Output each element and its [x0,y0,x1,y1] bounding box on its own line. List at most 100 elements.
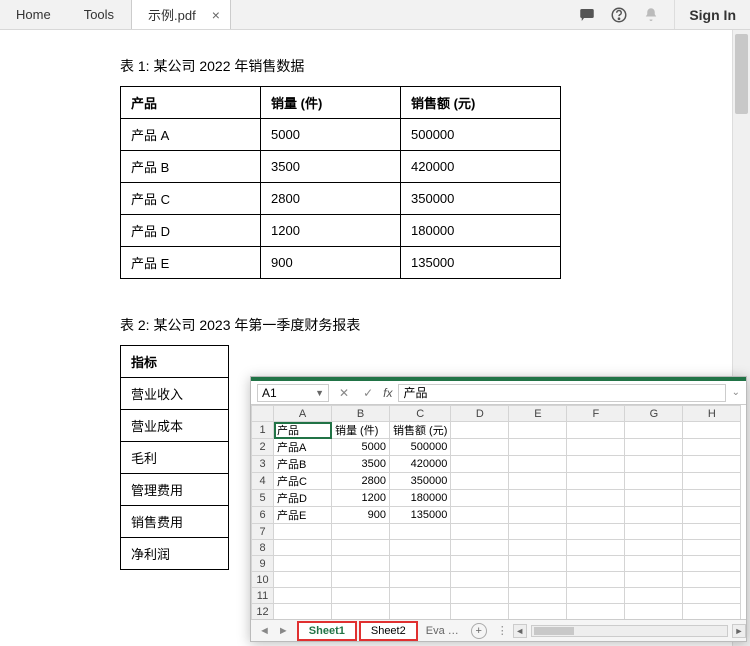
cell[interactable]: 180000 [390,490,451,507]
help-icon[interactable] [610,6,628,24]
cell[interactable] [567,422,625,439]
sheet-tab-2[interactable]: Sheet2 [359,621,418,641]
cell[interactable] [567,456,625,473]
cell[interactable] [451,422,509,439]
cell[interactable] [390,524,451,540]
cell[interactable]: 产品D [274,490,332,507]
cell[interactable] [274,540,332,556]
cell[interactable] [625,540,683,556]
tab-tools[interactable]: Tools [68,0,131,29]
cell[interactable] [567,572,625,588]
cell[interactable] [509,473,567,490]
chat-icon[interactable] [578,6,596,24]
cell[interactable]: 1200 [332,490,390,507]
cell[interactable] [390,604,451,620]
cell[interactable] [509,524,567,540]
cell[interactable] [509,604,567,620]
cell[interactable] [390,540,451,556]
cell[interactable]: 5000 [332,439,390,456]
cell[interactable] [274,572,332,588]
cell[interactable] [274,524,332,540]
add-sheet-button[interactable]: + [471,623,487,639]
cell[interactable] [567,588,625,604]
cell[interactable]: 500000 [390,439,451,456]
cell[interactable] [509,556,567,572]
cell[interactable] [390,572,451,588]
sheet-nav-prev-icon[interactable]: ◄ [257,625,272,637]
cell[interactable] [683,540,741,556]
cell[interactable]: 900 [332,507,390,524]
cell[interactable] [567,507,625,524]
cell[interactable] [509,572,567,588]
sheet-nav-next-icon[interactable]: ► [276,625,291,637]
cell[interactable] [625,422,683,439]
cell[interactable] [683,588,741,604]
cell[interactable] [509,456,567,473]
expand-icon[interactable]: ⌄ [732,387,740,398]
fx-accept-icon[interactable]: ✓ [359,386,377,400]
cell[interactable]: 产品B [274,456,332,473]
sheet-tab-overflow[interactable]: Eva … [420,625,465,637]
cell[interactable] [625,456,683,473]
cell[interactable] [567,556,625,572]
cell[interactable]: 135000 [390,507,451,524]
horizontal-scrollbar[interactable] [531,625,728,637]
fx-cancel-icon[interactable]: ✕ [335,386,353,400]
cell[interactable]: 销量 (件) [332,422,390,439]
sign-in-button[interactable]: Sign In [674,0,750,29]
cell[interactable]: 产品C [274,473,332,490]
cell[interactable]: 产品 [274,422,332,439]
cell[interactable] [683,524,741,540]
cell[interactable] [332,572,390,588]
cell[interactable] [509,588,567,604]
name-box[interactable]: A1 ▼ [257,384,329,402]
cell[interactable] [390,588,451,604]
cell[interactable]: 产品E [274,507,332,524]
cell[interactable] [332,524,390,540]
cell[interactable] [509,439,567,456]
cell[interactable] [451,456,509,473]
cell[interactable] [509,422,567,439]
hscroll-left-icon[interactable]: ◄ [513,624,527,638]
cell[interactable] [390,556,451,572]
cell[interactable] [625,572,683,588]
cell[interactable] [683,572,741,588]
cell[interactable] [274,556,332,572]
cell[interactable] [625,439,683,456]
cell[interactable] [451,439,509,456]
cell[interactable] [683,456,741,473]
cell[interactable] [625,490,683,507]
cell[interactable] [451,556,509,572]
cell[interactable] [625,604,683,620]
cell[interactable] [625,556,683,572]
cell[interactable] [683,439,741,456]
cell[interactable] [683,604,741,620]
cell[interactable] [451,490,509,507]
cell[interactable] [683,422,741,439]
cell[interactable] [567,604,625,620]
cell[interactable] [451,540,509,556]
cell[interactable] [451,524,509,540]
cell[interactable] [567,473,625,490]
cell[interactable] [625,524,683,540]
sheet-menu-icon[interactable]: ⋮ [493,624,513,637]
cell[interactable] [274,604,332,620]
cell[interactable] [683,507,741,524]
tab-document[interactable]: 示例.pdf × [131,0,231,29]
cell[interactable] [274,588,332,604]
cell[interactable] [625,507,683,524]
cell[interactable] [683,473,741,490]
cell[interactable] [567,439,625,456]
cell[interactable] [625,473,683,490]
cell[interactable] [451,473,509,490]
formula-input[interactable]: 产品 [398,384,725,402]
cell[interactable] [332,604,390,620]
cell[interactable] [625,588,683,604]
hscroll-right-icon[interactable]: ► [732,624,746,638]
cell[interactable] [451,507,509,524]
spreadsheet-grid[interactable]: ABCDEFGH1产品销量 (件)销售额 (元)2产品A50005000003产… [251,405,746,619]
cell[interactable] [567,540,625,556]
cell[interactable]: 420000 [390,456,451,473]
cell[interactable] [451,604,509,620]
cell[interactable] [683,490,741,507]
